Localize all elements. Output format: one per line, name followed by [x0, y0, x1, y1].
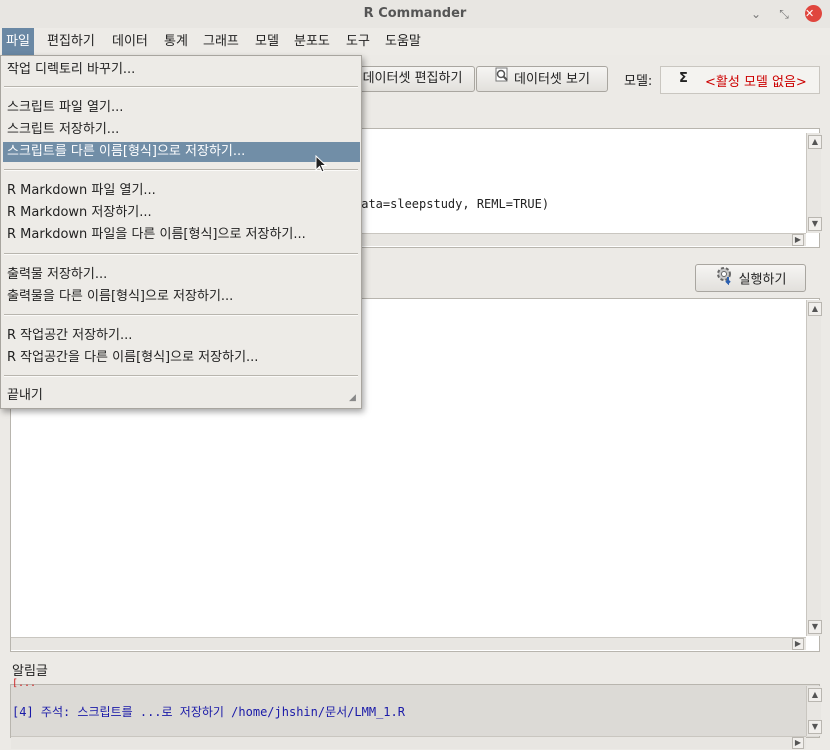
notice-message: [4] 주석: 스크립트를 ...로 저장하기 /home/jhshin/문서/…	[12, 705, 405, 719]
menu-statistics[interactable]: 통계	[160, 28, 192, 55]
minimize-icon[interactable]: ⌄	[748, 6, 764, 22]
menu-separator	[4, 253, 358, 255]
menu-item-change-working-dir[interactable]: 작업 디렉토리 바꾸기...	[7, 60, 135, 80]
menu-item-save-script[interactable]: 스크립트 저장하기...	[7, 120, 119, 140]
menu-item-open-script[interactable]: 스크립트 파일 열기...	[7, 98, 123, 118]
menu-separator	[4, 169, 358, 171]
menu-item-save-workspace-as[interactable]: R 작업공간을 다른 이름[형식]으로 저장하기...	[7, 348, 258, 368]
notice-partial-line: [...	[12, 678, 37, 688]
mouse-cursor-icon	[315, 154, 329, 179]
menu-item-save-rmarkdown-as[interactable]: R Markdown 파일을 다른 이름[형식]으로 저장하기...	[7, 225, 306, 245]
sigma-icon: Σ	[679, 71, 688, 86]
view-dataset-button[interactable]: 데이터셋 보기	[476, 66, 608, 92]
scroll-right-icon[interactable]: ▶	[792, 234, 804, 246]
notice-vscrollbar[interactable]: ▲ ▼	[806, 686, 822, 736]
run-button[interactable]: 실행하기	[695, 264, 806, 292]
menu-data[interactable]: 데이터	[108, 28, 152, 55]
scroll-up-icon[interactable]: ▲	[808, 135, 822, 149]
scroll-up-icon[interactable]: ▲	[808, 688, 822, 702]
menu-item-open-rmarkdown[interactable]: R Markdown 파일 열기...	[7, 181, 156, 201]
script-line: data=sleepstudy, REML=TRUE)	[354, 197, 550, 211]
menu-item-save-rmarkdown[interactable]: R Markdown 저장하기...	[7, 203, 152, 223]
menu-edit[interactable]: 편집하기	[43, 28, 99, 55]
script-vscrollbar[interactable]: ▲ ▼	[806, 133, 822, 233]
menu-separator	[4, 86, 358, 88]
menu-item-exit[interactable]: 끝내기	[7, 386, 43, 406]
output-vscrollbar[interactable]: ▲ ▼	[806, 300, 822, 636]
maximize-icon[interactable]: ⤡	[776, 6, 792, 22]
scroll-up-icon[interactable]: ▲	[808, 302, 822, 316]
scroll-right-icon[interactable]: ▶	[792, 737, 804, 749]
scroll-down-icon[interactable]: ▼	[808, 217, 822, 231]
scroll-right-icon[interactable]: ▶	[792, 638, 804, 650]
active-model-value: <활성 모델 없음>	[705, 75, 807, 90]
menu-file[interactable]: 파일	[2, 28, 34, 55]
gear-icon	[715, 265, 735, 295]
scroll-down-icon[interactable]: ▼	[808, 720, 822, 734]
menu-help[interactable]: 도움말	[381, 28, 425, 55]
menu-graphs[interactable]: 그래프	[199, 28, 243, 55]
scroll-down-icon[interactable]: ▼	[808, 620, 822, 634]
menu-item-save-script-as[interactable]: 스크립트를 다른 이름[형식]으로 저장하기...	[3, 142, 360, 162]
menu-item-save-output[interactable]: 출력물 저장하기...	[7, 265, 107, 285]
file-menu-dropdown: 작업 디렉토리 바꾸기... 스크립트 파일 열기... 스크립트 저장하기..…	[0, 55, 362, 409]
resize-grip-icon[interactable]: ◢	[349, 393, 356, 403]
model-button[interactable]: Σ <활성 모델 없음>	[660, 66, 820, 94]
magnifier-icon	[494, 67, 510, 92]
view-dataset-label: 데이터셋 보기	[514, 72, 590, 87]
menu-item-save-output-as[interactable]: 출력물을 다른 이름[형식]으로 저장하기...	[7, 287, 233, 307]
notice-label: 알림글	[12, 664, 48, 679]
output-hscrollbar[interactable]: ▶	[11, 637, 806, 650]
window-title: R Commander	[363, 6, 467, 21]
close-icon[interactable]: ✕	[805, 5, 822, 22]
menu-tools[interactable]: 도구	[342, 28, 374, 55]
model-label: 모델:	[624, 74, 653, 89]
menu-models[interactable]: 모델	[251, 28, 283, 55]
notice-hscrollbar[interactable]: ▶	[11, 736, 806, 749]
menu-item-save-workspace[interactable]: R 작업공간 저장하기...	[7, 326, 132, 346]
run-label: 실행하기	[738, 272, 787, 288]
menu-separator	[4, 314, 358, 316]
menu-distributions[interactable]: 분포도	[290, 28, 334, 55]
menu-separator	[4, 375, 358, 377]
